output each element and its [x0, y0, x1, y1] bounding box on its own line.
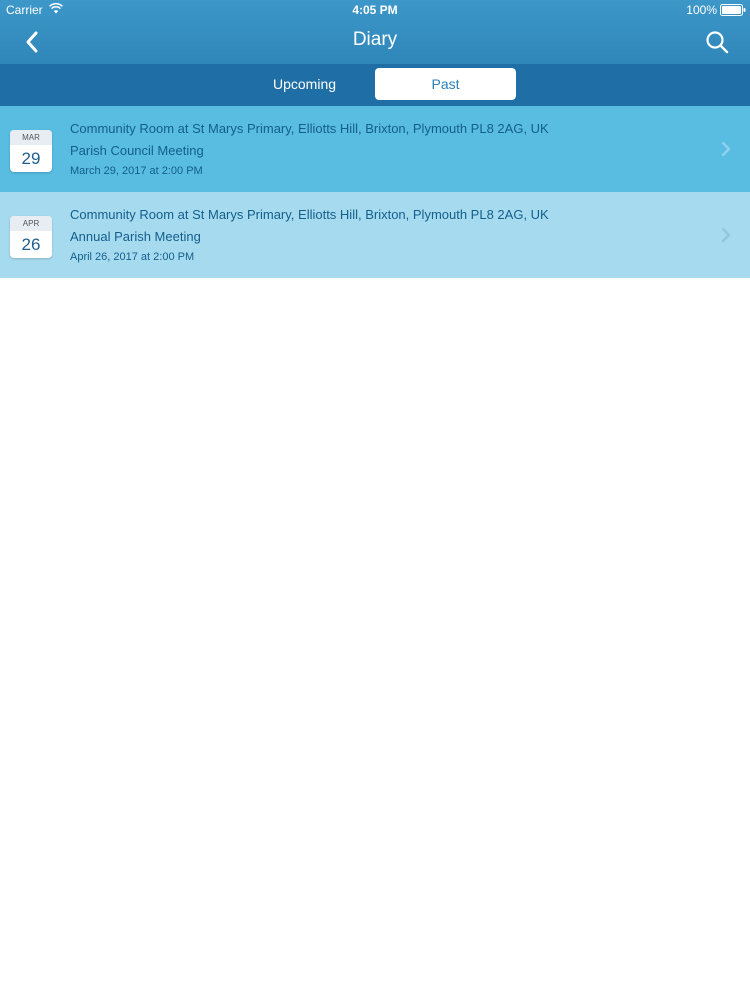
- event-row-parish-council-meeting[interactable]: MAR 29 Community Room at St Marys Primar…: [0, 106, 750, 192]
- event-name: Annual Parish Meeting: [70, 229, 201, 244]
- date-day: 26: [21, 235, 41, 254]
- app-screen: Carrier 4:05 PM 100% Diary Upcoming Past…: [0, 0, 750, 1000]
- event-datetime: April 26, 2017 at 2:00 PM: [70, 251, 195, 263]
- search-icon: [706, 31, 729, 54]
- tab-upcoming[interactable]: Upcoming: [234, 68, 375, 100]
- battery-icon: [720, 4, 746, 16]
- event-location: Community Room at St Marys Primary, Elli…: [70, 121, 549, 136]
- event-name: Parish Council Meeting: [70, 143, 204, 158]
- event-location: Community Room at St Marys Primary, Elli…: [70, 207, 549, 222]
- event-list: MAR 29 Community Room at St Marys Primar…: [0, 106, 750, 278]
- date-day: 29: [21, 149, 41, 168]
- navigation-bar: Diary: [0, 20, 750, 64]
- battery-percentage: 100%: [686, 3, 717, 17]
- status-time: 4:05 PM: [352, 3, 398, 17]
- segmented-control: Upcoming Past: [234, 68, 516, 100]
- chevron-right-icon: [721, 227, 731, 243]
- segment-bar: Upcoming Past: [0, 64, 750, 106]
- calendar-date-badge: APR 26: [10, 216, 52, 258]
- date-month: APR: [10, 216, 52, 231]
- calendar-date-badge: MAR 29: [10, 130, 52, 172]
- search-button[interactable]: [702, 27, 732, 57]
- chevron-right-icon: [721, 141, 731, 157]
- event-row-annual-parish-meeting[interactable]: APR 26 Community Room at St Marys Primar…: [0, 192, 750, 278]
- tab-past[interactable]: Past: [375, 68, 516, 100]
- date-month: MAR: [10, 130, 52, 145]
- status-bar: Carrier 4:05 PM 100%: [0, 0, 750, 20]
- event-datetime: March 29, 2017 at 2:00 PM: [70, 165, 203, 177]
- page-title: Diary: [352, 29, 398, 50]
- header: Carrier 4:05 PM 100% Diary: [0, 0, 750, 64]
